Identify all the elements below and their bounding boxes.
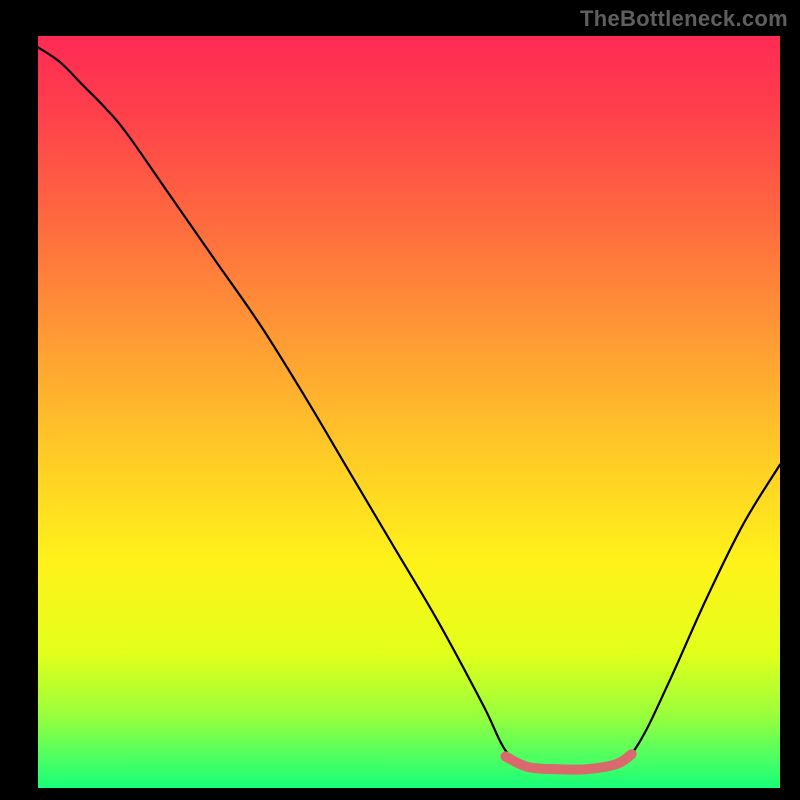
gradient-background: [38, 36, 780, 788]
bottleneck-curve-chart: [0, 0, 800, 800]
chart-stage: TheBottleneck.com: [0, 0, 800, 800]
watermark-text: TheBottleneck.com: [580, 6, 788, 32]
